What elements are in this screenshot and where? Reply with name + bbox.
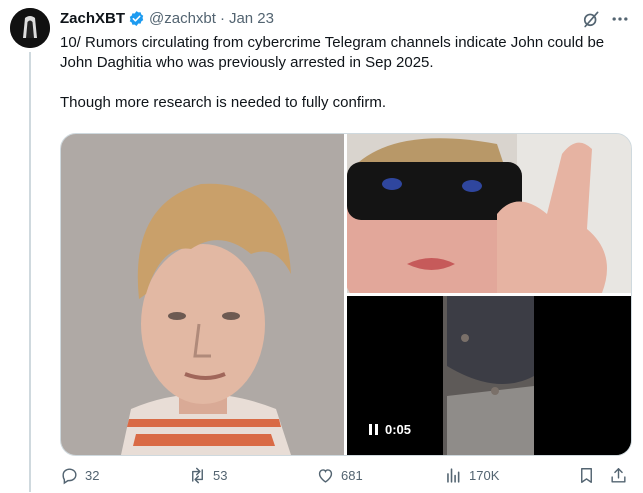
share-button[interactable] [609,466,628,485]
media-grid: 0:05 [60,133,632,456]
grok-icon[interactable] [581,9,601,29]
author-name[interactable]: ZachXBT [60,10,125,27]
tweet-text: 10/ Rumors circulating from cybercrime T… [60,33,630,113]
separator-dot: · [219,9,225,27]
like-icon [318,469,333,483]
views-icon [447,468,460,483]
retweet-count: 53 [213,468,228,483]
video-duration-badge[interactable]: 0:05 [361,418,419,441]
video-time: 0:05 [385,422,412,437]
video-tile[interactable]: 0:05 [347,296,631,455]
like-count: 681 [341,468,363,483]
share-icon [611,468,626,483]
reply-button[interactable]: 32 [60,466,99,485]
retweet-button[interactable]: 53 [188,466,227,485]
more-icon[interactable] [610,9,630,29]
views-count: 170K [469,468,500,483]
reply-count: 32 [85,468,100,483]
reply-icon [62,468,77,485]
tweet-text-paragraph-1: 10/ Rumors circulating from cybercrime T… [60,34,605,71]
retweet-icon [192,467,203,484]
author-handle[interactable]: @zachxbt [149,10,216,27]
photo-mugshot[interactable] [61,134,344,455]
views-button[interactable]: 170K [444,466,499,485]
tweet-date[interactable]: Jan 23 [229,10,274,27]
photo-sunglasses[interactable] [347,134,631,293]
bookmark-button[interactable] [577,466,596,485]
tweet-text-paragraph-2: Though more research is needed to fully … [60,94,386,111]
like-button[interactable]: 681 [316,466,363,485]
pause-icon[interactable] [369,424,378,435]
avatar[interactable] [10,8,50,48]
thread-line [29,52,31,492]
action-bar: 32 53 681 170K [60,466,632,490]
tweet-header: ZachXBT @zachxbt · Jan 23 [60,8,274,28]
verified-badge-icon [129,10,144,26]
bookmark-icon [581,468,592,483]
